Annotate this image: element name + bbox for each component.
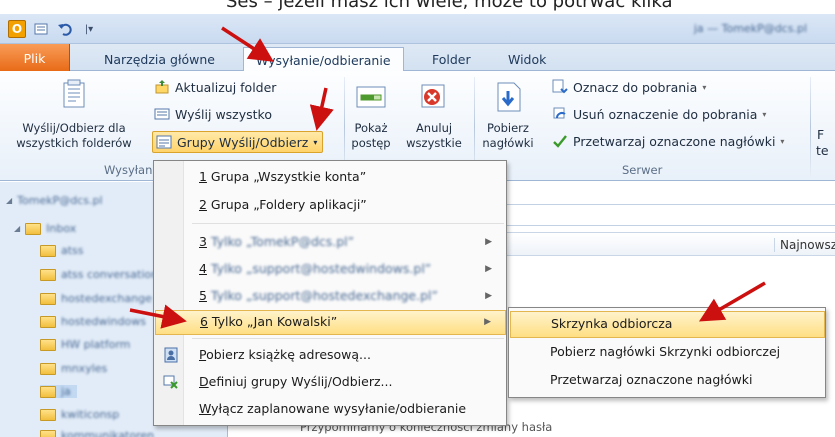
update-folder-icon xyxy=(155,80,169,94)
folder-icon xyxy=(40,338,56,351)
submenu-arrow-icon: ▶ xyxy=(484,317,491,327)
mark-download-icon xyxy=(552,79,568,94)
send-receive-groups-icon xyxy=(156,135,172,149)
menu-item-account-4[interactable]: 4 Tylko „support@hostedwindows.pl” ▶ xyxy=(155,257,506,282)
send-receive-groups-button[interactable]: Grupy Wyślij/Odbierz ▾ xyxy=(152,131,324,153)
customize-toolbar-icon[interactable]: |▾ xyxy=(80,20,98,38)
folder-item[interactable]: hostedexchange xyxy=(40,292,152,305)
tab-folder[interactable]: Folder xyxy=(420,47,483,71)
partial-ribbon-label-1: F xyxy=(817,127,825,142)
cancel-all-icon xyxy=(418,79,450,115)
submenu-item-process-marked-headers[interactable]: Przetwarzaj oznaczone nagłówki xyxy=(510,367,825,394)
cancel-all-button[interactable]: Anuluj wszystkie xyxy=(405,79,463,151)
partial-ribbon-label-2: te xyxy=(816,143,829,158)
submenu-arrow-icon: ▶ xyxy=(485,237,492,247)
submenu-arrow-icon: ▶ xyxy=(485,291,492,301)
send-receive-icon[interactable] xyxy=(32,20,50,38)
submenu-item-inbox[interactable]: Skrzynka odbiorcza xyxy=(510,311,825,338)
folder-item[interactable]: kommunikatoren xyxy=(40,429,154,437)
folder-item[interactable]: mnxyles xyxy=(40,362,107,375)
dropdown-arrow-icon: ▾ xyxy=(780,136,785,146)
send-all-button[interactable]: Wyślij wszystko xyxy=(154,106,272,122)
unmark-download-icon xyxy=(553,107,566,119)
process-marked-headers-button[interactable]: Przetwarzaj oznaczone nagłówki ▾ xyxy=(552,133,784,149)
inbox-node[interactable]: ◢ Inbox xyxy=(14,222,76,235)
folder-icon xyxy=(25,222,42,235)
submenu-arrow-icon: ▶ xyxy=(485,264,492,274)
outlook-logo-icon[interactable]: O xyxy=(8,20,26,38)
show-progress-icon xyxy=(355,79,387,115)
send-all-icon xyxy=(154,108,170,120)
quick-access-toolbar: O |▾ xyxy=(8,20,98,38)
undo-icon[interactable] xyxy=(56,20,74,38)
account-node[interactable]: ◢ TomekP@dcs.pl xyxy=(6,194,103,207)
submenu-item-download-inbox-headers[interactable]: Pobierz nagłówki Skrzynki odbiorczej xyxy=(510,339,825,366)
update-folder-button[interactable]: Aktualizuj folder xyxy=(154,79,276,95)
folder-icon xyxy=(40,385,56,398)
menu-item-account-5[interactable]: 5 Tylko „support@hostedexchange.pl” ▶ xyxy=(155,284,506,309)
menu-item-disable-scheduled[interactable]: Wyłącz zaplanowane wysyłanie/odbieranie xyxy=(155,397,506,422)
folder-icon xyxy=(40,408,56,421)
title-bar: O |▾ ja — TomekP@dcs.pl xyxy=(0,14,835,44)
menu-item-define-groups[interactable]: Definiuj grupy Wyślij/Odbierz... xyxy=(155,370,506,395)
caption-text: Ses – jeżeli masz ich wiele, może to pot… xyxy=(226,0,673,12)
sort-newest-header[interactable]: Najnowsz xyxy=(774,238,835,252)
folder-item[interactable]: HW platform xyxy=(40,338,130,351)
address-book-icon xyxy=(164,347,178,363)
menu-item-group-all-accounts[interactable]: 1 Grupa „Wszystkie konta” xyxy=(155,165,506,190)
dropdown-arrow-icon: ▾ xyxy=(313,137,318,147)
jan-kowalski-submenu: Skrzynka odbiorcza Pobierz nagłówki Skrz… xyxy=(508,307,826,398)
define-groups-icon xyxy=(163,375,178,389)
folder-icon xyxy=(40,292,56,305)
send-receive-all-icon xyxy=(58,79,90,115)
folder-icon xyxy=(40,268,56,281)
folder-item[interactable]: atss xyxy=(40,244,84,257)
folder-icon xyxy=(40,429,56,437)
send-receive-groups-menu: 1 Grupa „Wszystkie konta” 2 Grupa „Folde… xyxy=(153,160,507,426)
group-label-server: Serwer xyxy=(622,163,663,177)
menu-item-group-app-folders[interactable]: 2 Grupa „Foldery aplikacji” xyxy=(155,193,506,218)
send-receive-all-button[interactable]: Wyślij/Odbierz dla wszystkich folderów xyxy=(4,79,144,151)
tab-home[interactable]: Narzędzia główne xyxy=(92,47,227,71)
folder-item[interactable]: hostedwindows xyxy=(40,315,146,328)
show-progress-button[interactable]: Pokaż postęp xyxy=(350,79,392,151)
folder-icon xyxy=(40,315,56,328)
folder-icon xyxy=(40,244,56,257)
top-caption: Ses – jeżeli masz ich wiele, może to pot… xyxy=(0,0,835,14)
group-label-send: Wysyłan xyxy=(104,163,153,177)
checkmark-icon xyxy=(553,135,567,148)
folder-item[interactable]: atss conversation xyxy=(40,268,158,281)
tab-view[interactable]: Widok xyxy=(496,47,558,71)
tab-file[interactable]: Plik xyxy=(0,44,70,71)
folder-item[interactable]: kwiticonsp xyxy=(40,408,119,421)
unmark-download-button[interactable]: Usuń oznaczenie do pobrania ▾ xyxy=(552,106,766,122)
folder-icon xyxy=(40,362,56,375)
menu-item-account-3[interactable]: 3 Tylko „TomekP@dcs.pl” ▶ xyxy=(155,230,506,255)
menu-item-jan-kowalski[interactable]: 6 Tylko „Jan Kowalski” ▶ xyxy=(155,310,506,335)
window-title: ja — TomekP@dcs.pl xyxy=(693,22,807,35)
download-headers-button[interactable]: Pobierz nagłówki xyxy=(480,79,536,151)
folder-item-selected[interactable]: ja xyxy=(40,385,77,398)
download-headers-icon xyxy=(492,79,524,115)
mark-to-download-button[interactable]: Oznacz do pobrania ▾ xyxy=(552,79,706,95)
dropdown-arrow-icon: ▾ xyxy=(702,82,707,92)
menu-item-download-address-book[interactable]: Pobierz książkę adresową... xyxy=(155,343,506,368)
ribbon-tabs: Plik Narzędzia główne Wysyłanie/odbieran… xyxy=(0,44,835,72)
dropdown-arrow-icon: ▾ xyxy=(762,109,767,119)
tab-send-receive[interactable]: Wysyłanie/odbieranie xyxy=(243,47,404,72)
